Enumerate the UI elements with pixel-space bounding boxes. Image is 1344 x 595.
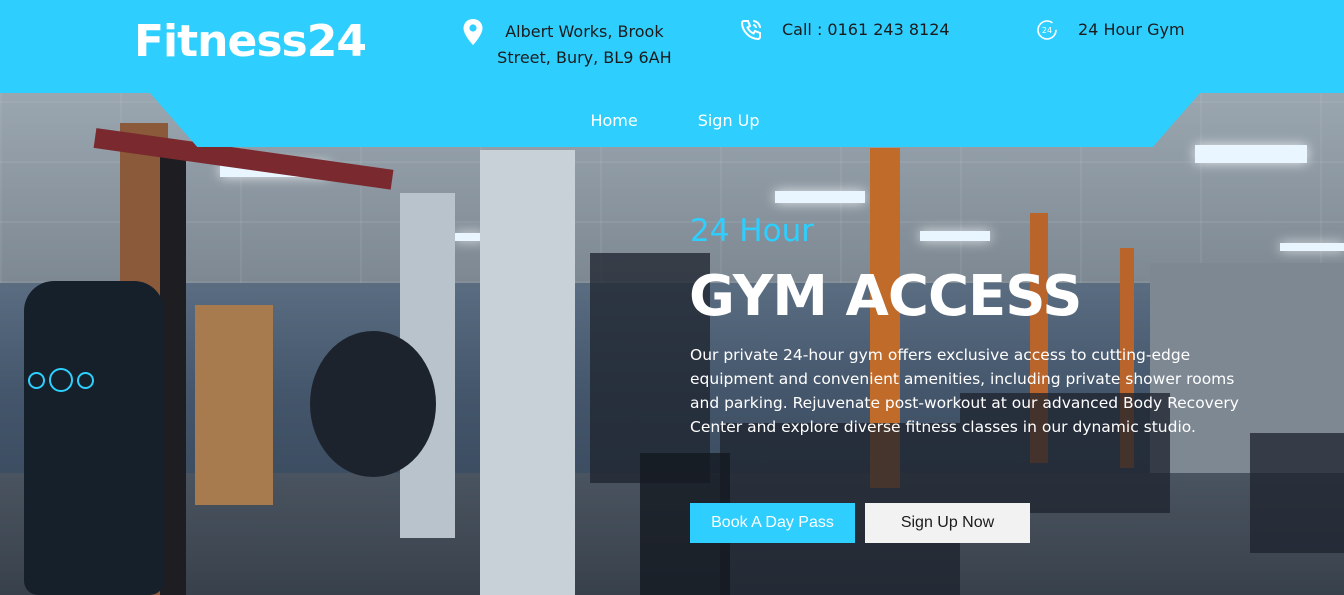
slider-dots: [28, 368, 94, 392]
hero-description: Our private 24-hour gym offers exclusive…: [690, 346, 1239, 436]
gym-machine: [1250, 433, 1344, 553]
speed-bag: [310, 331, 436, 477]
main-nav: Home Sign Up: [150, 93, 1200, 147]
sign-up-now-button[interactable]: Sign Up Now: [865, 503, 1030, 543]
svg-text:24: 24: [1042, 26, 1052, 35]
nav-sign-up[interactable]: Sign Up: [698, 111, 760, 130]
address-text: Albert Works, Brook Street, Bury, BL9 6A…: [497, 22, 672, 67]
hero-title: GYM ACCESS: [689, 264, 1082, 329]
pillar: [480, 150, 575, 595]
punching-bag: [24, 281, 164, 595]
header-phone[interactable]: Call : 0161 243 8124: [738, 17, 950, 43]
phone-text: Call : 0161 243 8124: [782, 20, 950, 39]
ceiling-light: [1280, 243, 1344, 251]
hero-subtitle: 24 Hour: [690, 213, 814, 249]
slider-dot-active[interactable]: [49, 368, 73, 392]
24-hour-icon: 24: [1034, 17, 1060, 43]
nav-home[interactable]: Home: [590, 111, 637, 130]
header: Fitness24 Albert Works, Brook Street, Bu…: [0, 0, 1344, 93]
brand-logo[interactable]: Fitness24: [134, 14, 367, 70]
ceiling-light: [1195, 145, 1307, 163]
logo-text: Fitness24: [134, 16, 367, 67]
header-address: Albert Works, Brook Street, Bury, BL9 6A…: [462, 19, 672, 71]
header-hours: 24 24 Hour Gym: [1034, 17, 1185, 43]
phone-icon: [738, 17, 764, 43]
map-pin-icon: [462, 19, 485, 45]
book-day-pass-button[interactable]: Book A Day Pass: [690, 503, 855, 543]
door: [195, 305, 273, 505]
ceiling-light: [920, 231, 990, 241]
hours-text: 24 Hour Gym: [1078, 20, 1185, 39]
ceiling-light: [775, 191, 865, 203]
slider-dot[interactable]: [28, 371, 45, 389]
slider-dot[interactable]: [77, 371, 94, 389]
